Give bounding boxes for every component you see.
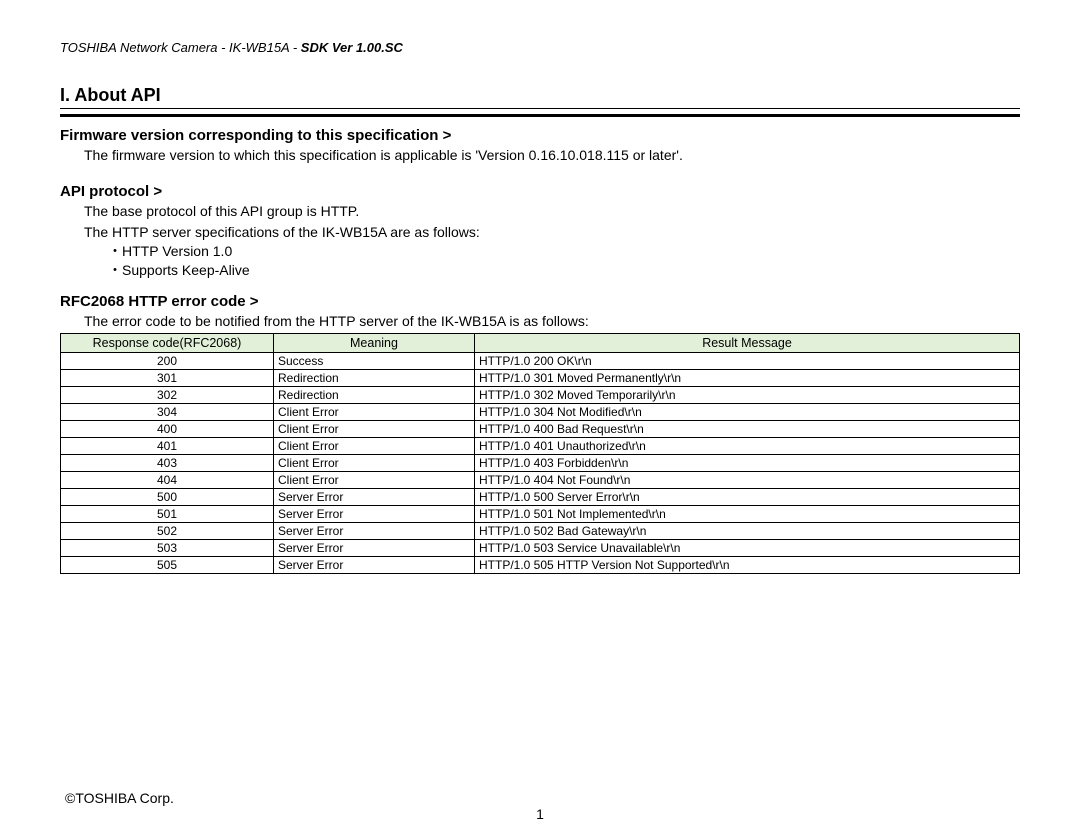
table-row: 500Server ErrorHTTP/1.0 500 Server Error… [61,489,1020,506]
table-row: 505Server ErrorHTTP/1.0 505 HTTP Version… [61,557,1020,574]
table-header-row: Response code(RFC2068) Meaning Result Me… [61,334,1020,353]
cell-message: HTTP/1.0 503 Service Unavailable\r\n [475,540,1020,557]
table-row: 401Client ErrorHTTP/1.0 401 Unauthorized… [61,438,1020,455]
table-row: 501Server ErrorHTTP/1.0 501 Not Implemen… [61,506,1020,523]
cell-meaning: Server Error [274,523,475,540]
cell-message: HTTP/1.0 301 Moved Permanently\r\n [475,370,1020,387]
cell-meaning: Server Error [274,540,475,557]
table-row: 503Server ErrorHTTP/1.0 503 Service Unav… [61,540,1020,557]
cell-meaning: Client Error [274,438,475,455]
cell-message: HTTP/1.0 200 OK\r\n [475,353,1020,370]
cell-code: 501 [61,506,274,523]
cell-meaning: Success [274,353,475,370]
cell-code: 505 [61,557,274,574]
cell-message: HTTP/1.0 505 HTTP Version Not Supported\… [475,557,1020,574]
cell-code: 404 [61,472,274,489]
table-row: 200SuccessHTTP/1.0 200 OK\r\n [61,353,1020,370]
cell-message: HTTP/1.0 401 Unauthorized\r\n [475,438,1020,455]
bullet-keep-alive: ・Supports Keep-Alive [108,261,1020,280]
th-meaning: Meaning [274,334,475,353]
cell-code: 200 [61,353,274,370]
header-sdk-label: SDK [301,40,332,55]
header-sdk-version: Ver 1.00.SC [332,40,403,55]
header-prefix: TOSHIBA Network Camera - IK-WB15A - [60,40,301,55]
cell-meaning: Server Error [274,557,475,574]
cell-meaning: Redirection [274,387,475,404]
error-code-table: Response code(RFC2068) Meaning Result Me… [60,333,1020,574]
cell-message: HTTP/1.0 501 Not Implemented\r\n [475,506,1020,523]
cell-meaning: Redirection [274,370,475,387]
th-response-code: Response code(RFC2068) [61,334,274,353]
cell-meaning: Client Error [274,472,475,489]
cell-message: HTTP/1.0 302 Moved Temporarily\r\n [475,387,1020,404]
section-api-line2: The HTTP server specifications of the IK… [84,223,1020,242]
title-rule [60,108,1020,117]
cell-code: 302 [61,387,274,404]
cell-code: 301 [61,370,274,387]
table-row: 404Client ErrorHTTP/1.0 404 Not Found\r\… [61,472,1020,489]
document-header: TOSHIBA Network Camera - IK-WB15A - SDK … [60,40,1020,55]
cell-code: 403 [61,455,274,472]
cell-meaning: Client Error [274,455,475,472]
cell-message: HTTP/1.0 400 Bad Request\r\n [475,421,1020,438]
cell-code: 304 [61,404,274,421]
page-number: 1 [60,806,1020,822]
cell-message: HTTP/1.0 502 Bad Gateway\r\n [475,523,1020,540]
th-result-message: Result Message [475,334,1020,353]
table-row: 302RedirectionHTTP/1.0 302 Moved Tempora… [61,387,1020,404]
cell-code: 401 [61,438,274,455]
bullet-http-version: ・HTTP Version 1.0 [108,242,1020,261]
table-row: 304Client ErrorHTTP/1.0 304 Not Modified… [61,404,1020,421]
cell-message: HTTP/1.0 500 Server Error\r\n [475,489,1020,506]
table-row: 301RedirectionHTTP/1.0 301 Moved Permane… [61,370,1020,387]
section-rfc-title: RFC2068 HTTP error code > [60,293,1020,310]
cell-meaning: Server Error [274,489,475,506]
cell-code: 500 [61,489,274,506]
cell-meaning: Client Error [274,421,475,438]
copyright: ©TOSHIBA Corp. [65,790,174,806]
section-api-line1: The base protocol of this API group is H… [84,202,1020,221]
cell-message: HTTP/1.0 403 Forbidden\r\n [475,455,1020,472]
api-bullets: ・HTTP Version 1.0 ・Supports Keep-Alive [108,242,1020,280]
table-row: 403Client ErrorHTTP/1.0 403 Forbidden\r\… [61,455,1020,472]
table-row: 400Client ErrorHTTP/1.0 400 Bad Request\… [61,421,1020,438]
chapter-title: I. About API [60,85,1020,106]
section-firmware-text: The firmware version to which this speci… [84,146,1020,165]
table-row: 502Server ErrorHTTP/1.0 502 Bad Gateway\… [61,523,1020,540]
cell-code: 502 [61,523,274,540]
section-rfc-intro: The error code to be notified from the H… [84,312,1020,331]
section-api-title: API protocol > [60,183,1020,200]
cell-meaning: Server Error [274,506,475,523]
cell-meaning: Client Error [274,404,475,421]
cell-message: HTTP/1.0 404 Not Found\r\n [475,472,1020,489]
cell-code: 503 [61,540,274,557]
cell-code: 400 [61,421,274,438]
cell-message: HTTP/1.0 304 Not Modified\r\n [475,404,1020,421]
section-firmware-title: Firmware version corresponding to this s… [60,127,1020,144]
